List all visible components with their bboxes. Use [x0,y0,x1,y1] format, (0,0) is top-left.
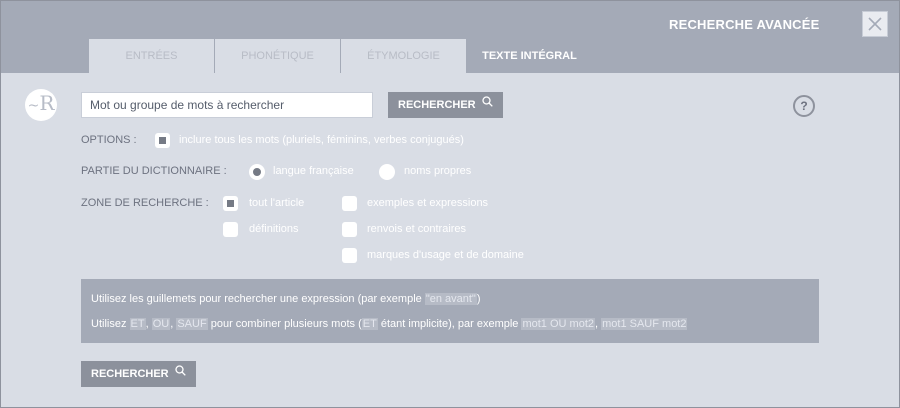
radio-langue-francaise-label: langue française [273,165,354,177]
search-panel: ~R RECHERCHER ? OPTIONS : inclure tous l… [1,73,899,407]
operator-et-implicit: ET [361,318,378,330]
tip-text: ) [476,293,481,305]
search-icon [481,91,493,117]
tip-example: "en avant" [424,293,477,305]
operator-ou: OU [151,318,171,330]
radio-langue-francaise[interactable] [249,164,265,180]
tip-text: Utilisez les guillemets pour rechercher … [91,293,425,305]
tip-text: étant implicite), par exemple [377,318,522,330]
checkbox-renvois-contraires-label: renvois et contraires [367,223,467,235]
options-label: OPTIONS : [81,134,137,146]
bottom-search-button-label: RECHERCHER [91,368,169,380]
search-button[interactable]: RECHERCHER [388,92,503,118]
option-include-all-words-label: inclure tous les mots (pluriels, féminin… [179,134,464,146]
checkbox-exemples-expressions[interactable] [342,196,357,211]
logo-letter: R [39,91,55,115]
tip-example: mot1 SAUF mot2 [601,318,688,330]
tab-entrees[interactable]: ENTRÉES [89,39,214,73]
checkbox-definitions[interactable] [223,222,238,237]
tip-text: pour combiner plusieurs mots ( [207,318,362,330]
dictionary-part-label: PARTIE DU DICTIONNAIRE : [81,165,227,177]
tip-example: mot1 OU mot2 [521,318,595,330]
radio-noms-propres[interactable] [379,164,395,180]
search-tips-box: Utilisez les guillemets pour rechercher … [81,279,819,343]
checkbox-tout-article[interactable] [223,196,238,211]
logo-prefix: ~ [27,98,40,114]
checkbox-renvois-contraires[interactable] [342,222,357,237]
tab-phonetique[interactable]: PHONÉTIQUE [215,39,340,73]
bottom-search-button[interactable]: RECHERCHER [81,361,196,387]
checkbox-tout-article-label: tout l'article [249,197,305,209]
checkbox-definitions-label: définitions [249,223,299,235]
checkbox-marques-usage-label: marques d'usage et de domaine [367,249,524,261]
robert-logo: ~R [25,89,57,121]
close-icon [868,17,882,31]
tip-text: , [145,318,152,330]
dialog-header: RECHERCHE AVANCÉE ENTRÉES PHONÉTIQUE ÉTY… [1,1,899,73]
checkbox-exemples-expressions-label: exemples et expressions [367,197,489,209]
operator-et: ET [129,318,146,330]
tip-line-quotes: Utilisez les guillemets pour rechercher … [91,293,481,305]
tab-texte-integral[interactable]: TEXTE INTÉGRAL [467,39,592,73]
checkbox-marques-usage[interactable] [342,248,357,263]
search-icon [174,360,186,386]
close-button[interactable] [862,11,888,37]
tip-line-operators: Utilisez ET, OU, SAUF pour combiner plus… [91,318,688,330]
tab-bar: ENTRÉES PHONÉTIQUE ÉTYMOLOGIE TEXTE INTÉ… [89,39,593,73]
dialog-title: RECHERCHE AVANCÉE [669,17,820,32]
search-button-label: RECHERCHER [398,99,476,111]
checkbox-include-all-words[interactable] [155,133,170,148]
operator-sauf: SAUF [176,318,208,330]
search-zone-label: ZONE DE RECHERCHE : [81,197,209,209]
advanced-search-dialog: RECHERCHE AVANCÉE ENTRÉES PHONÉTIQUE ÉTY… [0,0,900,408]
tip-text: Utilisez [91,318,130,330]
help-button[interactable]: ? [793,95,815,117]
radio-noms-propres-label: noms propres [404,165,472,177]
tab-etymologie[interactable]: ÉTYMOLOGIE [341,39,466,73]
search-input[interactable] [81,92,373,118]
